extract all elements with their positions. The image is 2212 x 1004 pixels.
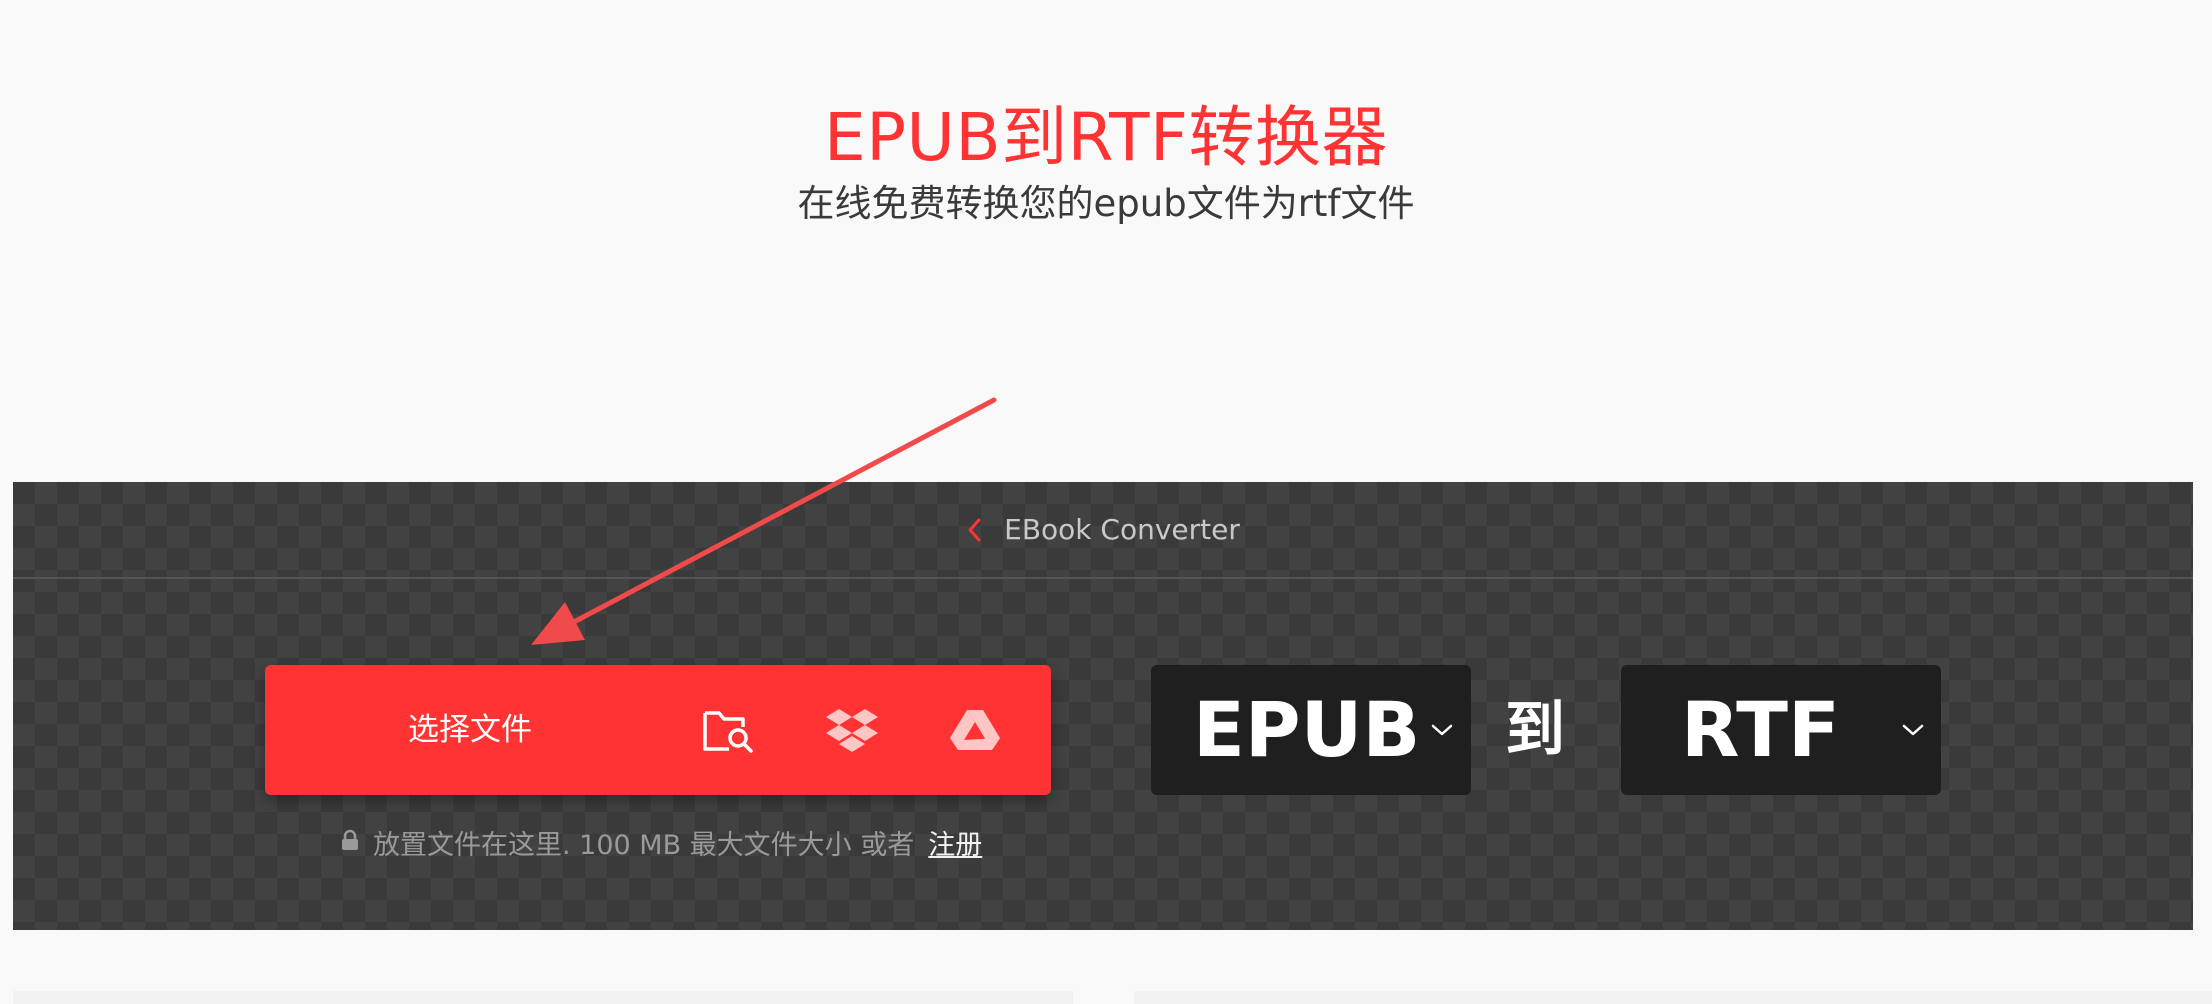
source-format-value: EPUB (1193, 685, 1421, 774)
to-label: 到 (1505, 695, 1565, 765)
bottom-card-left (13, 991, 1073, 1004)
chevron-down-icon (1430, 720, 1454, 740)
source-format-select[interactable]: EPUB (1151, 665, 1471, 795)
chevron-left-icon (966, 516, 986, 544)
chevron-down-icon (1901, 720, 1925, 740)
page-subtitle: 在线免费转换您的epub文件为rtf文件 (797, 182, 1415, 225)
bottom-card-right (1134, 991, 2212, 1004)
converter-panel: EBook Converter 选择文件 放置文件在这里. 100 MB 最大文… (13, 482, 2193, 930)
lock-icon (341, 827, 359, 858)
google-drive-icon[interactable] (947, 702, 1003, 758)
signup-link[interactable]: 注册 (928, 823, 982, 862)
breadcrumb: EBook Converter (13, 482, 2193, 579)
target-format-select[interactable]: RTF (1621, 665, 1941, 795)
breadcrumb-link-ebook-converter[interactable]: EBook Converter (966, 512, 1240, 548)
page: EPUB到RTF转换器 在线免费转换您的epub文件为rtf文件 EBook C… (0, 0, 2212, 1004)
device-folder-search-icon[interactable] (700, 702, 756, 758)
drop-hint-text: 放置文件在这里. 100 MB 最大文件大小 或者 (373, 829, 915, 861)
choose-file-label: 选择文件 (408, 712, 532, 748)
choose-file-button[interactable]: 选择文件 (265, 665, 1051, 795)
drop-hint: 放置文件在这里. 100 MB 最大文件大小 或者 注册 (341, 822, 982, 862)
dropbox-icon[interactable] (824, 702, 880, 758)
page-title: EPUB到RTF转换器 (824, 99, 1388, 176)
target-format-value: RTF (1681, 685, 1840, 774)
breadcrumb-label: EBook Converter (1004, 512, 1240, 546)
